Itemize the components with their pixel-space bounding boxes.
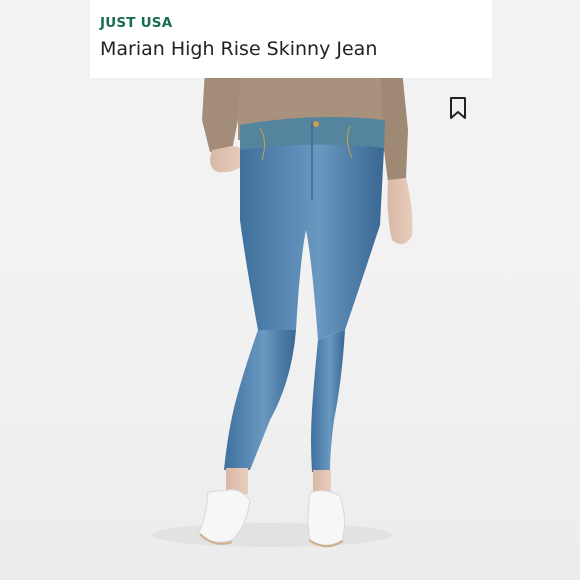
button-rivet: [313, 121, 319, 127]
jeans-right-leg: [311, 330, 345, 472]
floor-shadow: [152, 523, 392, 547]
jeans-left-leg: [224, 330, 296, 470]
model-illustration: [152, 70, 413, 548]
bookmark-button[interactable]: [448, 96, 468, 120]
brand-name[interactable]: JUST USA: [100, 15, 172, 31]
product-photo: [0, 0, 580, 580]
product-title: Marian High Rise Skinny Jean: [100, 38, 378, 60]
sweater-sleeve-left: [202, 70, 240, 152]
listing-header: JUST USA Marian High Rise Skinny Jean: [90, 0, 492, 78]
bookmark-icon: [450, 97, 466, 119]
right-hand: [387, 178, 413, 245]
right-sneaker: [307, 490, 346, 546]
